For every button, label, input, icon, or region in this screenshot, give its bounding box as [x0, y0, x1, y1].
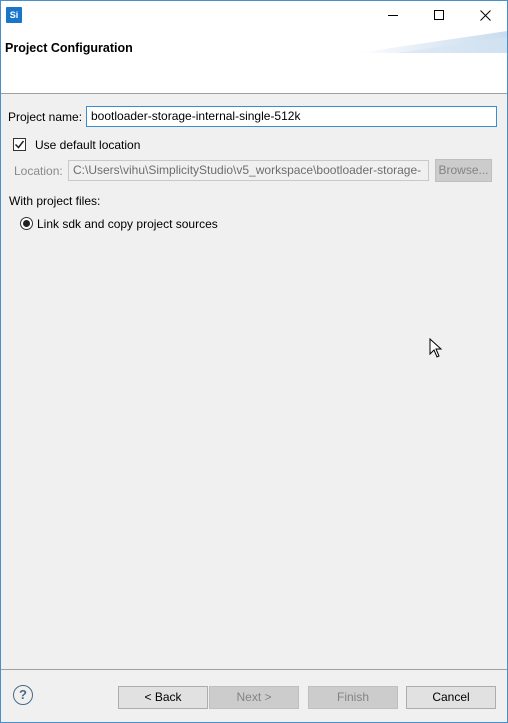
footer-separator	[1, 669, 507, 670]
use-default-location-checkbox[interactable]	[13, 138, 26, 151]
finish-button[interactable]: Finish	[308, 686, 398, 709]
simplicity-studio-app-icon: Si	[6, 7, 22, 23]
project-files-label: With project files:	[9, 194, 101, 208]
maximize-button[interactable]	[416, 1, 462, 29]
project-configuration-dialog: Si Project Configuration Project name: b…	[0, 0, 508, 723]
project-name-label: Project name:	[8, 110, 83, 124]
mouse-cursor-icon	[429, 338, 443, 358]
link-sdk-radio[interactable]	[20, 217, 33, 230]
title-bar: Si	[1, 1, 507, 31]
help-icon[interactable]: ?	[13, 685, 33, 705]
maximize-icon	[434, 10, 444, 20]
browse-button[interactable]: Browse...	[435, 159, 492, 182]
cancel-button[interactable]: Cancel	[406, 686, 496, 709]
close-icon	[479, 9, 491, 21]
use-default-location-label: Use default location	[35, 138, 141, 152]
minimize-button[interactable]	[370, 1, 416, 29]
project-name-input[interactable]: bootloader-storage-internal-single-512k	[86, 106, 497, 127]
location-label: Location:	[14, 164, 63, 178]
wizard-header: Project Configuration	[1, 31, 507, 94]
header-banner-graphic	[357, 31, 507, 53]
location-input[interactable]: C:\Users\vihu\SimplicityStudio\v5_worksp…	[68, 160, 429, 181]
radio-selected-dot	[23, 220, 30, 227]
close-button[interactable]	[462, 1, 507, 29]
checkmark-icon	[14, 140, 25, 149]
link-sdk-radio-label: Link sdk and copy project sources	[37, 217, 218, 231]
page-title: Project Configuration	[5, 41, 133, 55]
next-button[interactable]: Next >	[209, 686, 299, 709]
back-button[interactable]: < Back	[118, 686, 208, 709]
minimize-icon	[388, 15, 398, 16]
